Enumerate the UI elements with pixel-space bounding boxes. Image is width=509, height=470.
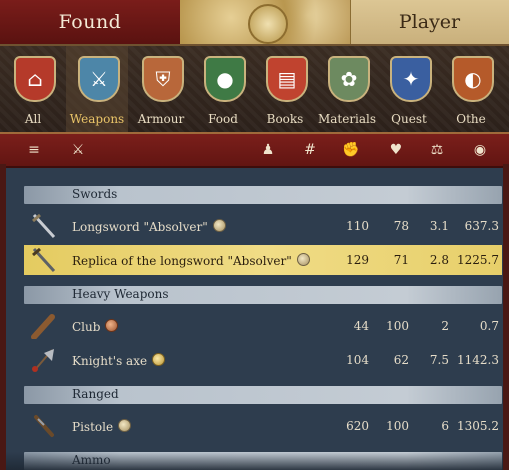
all-items-icon: ⌂: [14, 56, 56, 102]
category-label: Othe: [456, 112, 486, 126]
item-stat-v4: 1305.2: [457, 419, 499, 433]
number-stat-icon[interactable]: #: [300, 140, 320, 160]
item-name: Club: [72, 320, 101, 334]
filter-type-icon[interactable]: ⚔: [68, 140, 88, 160]
item-row[interactable]: Replica of the longsword "Absolver" 129 71…: [24, 245, 502, 275]
item-list: Swords Longsword "Absolver" 110 78 3.1 637.3 R…: [6, 168, 503, 470]
item-name-cell: Longsword "Absolver": [72, 219, 226, 234]
category-materials[interactable]: ✿ Materials: [316, 46, 378, 134]
item-stat-v3: 6: [441, 419, 449, 433]
silver-coin-icon: [212, 219, 226, 232]
item-row[interactable]: Club 44 100 2 0.7: [24, 311, 502, 341]
copper-coin-icon: [105, 319, 119, 332]
header-ornament: [180, 0, 351, 44]
item-row[interactable]: Longsword "Absolver" 110 78 3.1 637.3: [24, 211, 502, 241]
item-stat-v3: 3.1: [429, 219, 449, 233]
item-stat-v4: 1142.3: [457, 353, 499, 367]
section-header[interactable]: Ranged: [24, 386, 502, 404]
silver-coin-icon: [296, 253, 310, 266]
right-frame: [503, 164, 509, 470]
longsword-icon: [30, 213, 58, 239]
longsword-replica-icon: [30, 247, 58, 273]
item-stat-v4: 0.7: [479, 319, 499, 333]
section-header[interactable]: Swords: [24, 186, 502, 204]
section-title: Heavy Weapons: [72, 287, 169, 301]
item-stat-v1: 104: [346, 353, 369, 367]
axe-icon: [30, 347, 58, 373]
tab-player-label: Player: [398, 11, 461, 33]
silver-coin-icon: [118, 419, 132, 432]
category-othe[interactable]: ◐ Othe: [440, 46, 502, 134]
item-stat-v2: 71: [393, 253, 409, 267]
top-header: Found Player: [0, 0, 509, 44]
other-icon: ◐: [452, 56, 494, 102]
item-row[interactable]: Knight's axe 104 62 7.5 1142.3: [24, 345, 502, 375]
item-stat-v2: 78: [393, 219, 409, 233]
tab-player[interactable]: Player: [350, 0, 509, 44]
item-name-cell: Knight's axe: [72, 353, 166, 368]
books-icon: ▤: [266, 56, 308, 102]
armour-icon: ⛨: [142, 56, 184, 102]
pistole-icon: [30, 413, 58, 439]
section-header[interactable]: Heavy Weapons: [24, 286, 502, 304]
filter-bar: ≡ ⚔ ♟ # ✊ ♥ ⚖ ◉: [0, 132, 509, 168]
item-row[interactable]: Pistole 620 100 6 1305.2: [24, 411, 502, 441]
item-stat-v3: 2: [441, 319, 449, 333]
section-title: Swords: [72, 187, 118, 201]
crest-emblem-icon: [248, 4, 288, 44]
item-stat-v2: 100: [386, 419, 409, 433]
item-name: Pistole: [72, 420, 114, 434]
weapons-icon: ⚔: [78, 56, 120, 102]
item-name-cell: Replica of the longsword "Absolver": [72, 253, 310, 268]
item-stat-v2: 62: [393, 353, 409, 367]
item-stat-v1: 129: [346, 253, 369, 267]
category-strip: ⌂ All ⚔ Weapons ⛨ Armour ● Food ▤ Books ✿ Materials…: [0, 44, 509, 134]
item-name: Replica of the longsword "Absolver": [72, 254, 292, 268]
tab-found[interactable]: Found: [0, 0, 182, 44]
section-title: Ranged: [72, 387, 119, 401]
armour-stat-icon[interactable]: ♟: [258, 140, 278, 160]
gold-coin-icon: [152, 353, 166, 366]
item-stat-v2: 100: [386, 319, 409, 333]
item-stat-v3: 2.8: [429, 253, 449, 267]
item-stat-v4: 637.3: [464, 219, 499, 233]
item-stat-v4: 1225.7: [457, 253, 499, 267]
category-all[interactable]: ⌂ All: [2, 46, 64, 134]
item-stat-v1: 44: [353, 319, 369, 333]
condition-stat-icon[interactable]: ♥: [386, 140, 406, 160]
category-quest[interactable]: ✦ Quest: [378, 46, 440, 134]
food-icon: ●: [204, 56, 246, 102]
item-name: Knight's axe: [72, 354, 148, 368]
item-stat-v3: 7.5: [429, 353, 449, 367]
category-food[interactable]: ● Food: [192, 46, 254, 134]
item-name: Longsword "Absolver": [72, 220, 208, 234]
quest-icon: ✦: [390, 56, 432, 102]
weight-stat-icon[interactable]: ⚖: [427, 140, 447, 160]
item-name-cell: Pistole: [72, 419, 132, 434]
category-label: Weapons: [69, 112, 125, 126]
strength-stat-icon[interactable]: ✊: [341, 140, 361, 160]
item-name-cell: Club: [72, 319, 119, 334]
materials-icon: ✿: [328, 56, 370, 102]
item-stat-v1: 110: [346, 219, 369, 233]
club-icon: [30, 313, 58, 340]
list-fade: [6, 452, 503, 470]
price-stat-icon[interactable]: ◉: [470, 140, 490, 160]
category-weapons[interactable]: ⚔ Weapons: [66, 46, 128, 134]
sort-icon[interactable]: ≡: [24, 140, 44, 160]
item-stat-v1: 620: [346, 419, 369, 433]
tab-found-label: Found: [58, 11, 122, 33]
category-books[interactable]: ▤ Books: [254, 46, 316, 134]
category-armour[interactable]: ⛨ Armour: [130, 46, 192, 134]
